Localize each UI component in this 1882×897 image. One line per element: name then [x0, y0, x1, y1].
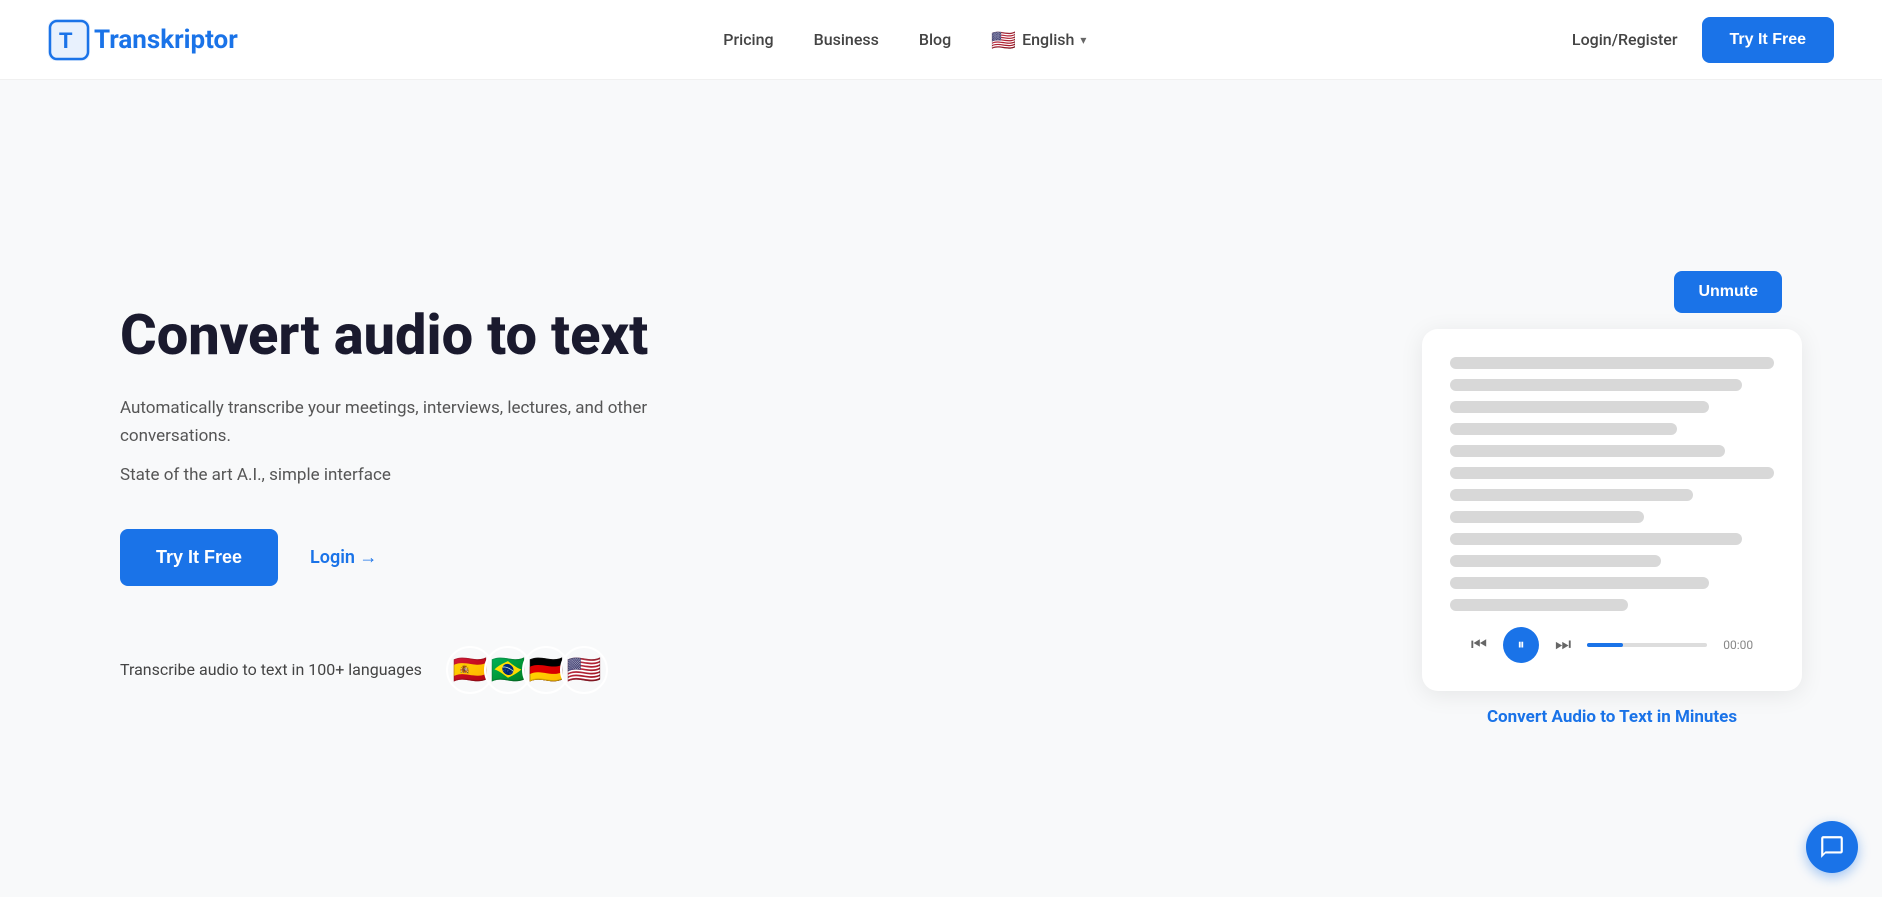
transcript-line — [1450, 467, 1774, 479]
navbar-cta-button[interactable]: Try It Free — [1702, 17, 1834, 63]
transcript-line — [1450, 423, 1677, 435]
transcript-line — [1450, 599, 1628, 611]
nav-business[interactable]: Business — [814, 30, 879, 49]
progress-fill — [1587, 643, 1623, 647]
transcript-lines — [1450, 357, 1774, 611]
navbar-right: Login/Register Try It Free — [1572, 17, 1834, 63]
languages-row: Transcribe audio to text in 100+ languag… — [120, 646, 740, 694]
unmute-button[interactable]: Unmute — [1674, 271, 1782, 313]
nav-pricing[interactable]: Pricing — [723, 30, 773, 49]
navbar: T Transkriptor Pricing Business Blog 🇺🇸 … — [0, 0, 1882, 80]
hero-content: Convert audio to text Automatically tran… — [120, 303, 740, 694]
transcript-line — [1450, 533, 1742, 545]
next-button[interactable]: ⏭ — [1555, 634, 1571, 655]
hero-demo: Unmute ⏮ ⏸ ⏭ — [1422, 271, 1802, 727]
logo-icon: T — [48, 19, 90, 61]
transcript-line — [1450, 357, 1774, 369]
transcript-line — [1450, 379, 1742, 391]
hero-subtitle-2: State of the art A.I., simple interface — [120, 462, 740, 489]
transcript-line — [1450, 577, 1709, 589]
language-label: English — [1022, 30, 1074, 49]
flags-group: 🇪🇸 🇧🇷 🇩🇪 🇺🇸 — [446, 646, 608, 694]
hero-buttons: Try It Free Login → — [120, 529, 740, 586]
hero-subtitle-1: Automatically transcribe your meetings, … — [120, 395, 740, 449]
play-pause-button[interactable]: ⏸ — [1503, 627, 1539, 663]
chat-bubble[interactable] — [1806, 821, 1858, 873]
language-selector[interactable]: 🇺🇸 English ▾ — [991, 28, 1086, 52]
svg-text:T: T — [59, 28, 73, 53]
logo-text: Transkriptor — [94, 25, 238, 55]
chat-icon — [1819, 834, 1845, 860]
nav-blog[interactable]: Blog — [919, 30, 951, 49]
chevron-down-icon: ▾ — [1080, 33, 1086, 47]
transcript-line — [1450, 511, 1644, 523]
progress-bar[interactable] — [1587, 643, 1707, 647]
convert-tagline: Convert Audio to Text in Minutes — [1487, 707, 1737, 727]
login-register-link[interactable]: Login/Register — [1572, 30, 1678, 49]
navbar-center: Pricing Business Blog 🇺🇸 English ▾ — [723, 28, 1086, 52]
hero-section: Convert audio to text Automatically tran… — [0, 80, 1882, 897]
transcript-line — [1450, 555, 1661, 567]
transcript-line — [1450, 401, 1709, 413]
prev-button[interactable]: ⏮ — [1471, 634, 1487, 655]
transcript-card: ⏮ ⏸ ⏭ 00:00 — [1422, 329, 1802, 691]
transcript-line — [1450, 489, 1693, 501]
hero-cta-button[interactable]: Try It Free — [120, 529, 278, 586]
language-flag: 🇺🇸 — [991, 28, 1016, 52]
hero-title: Convert audio to text — [120, 303, 740, 367]
transcript-line — [1450, 445, 1725, 457]
flag-us: 🇺🇸 — [560, 646, 608, 694]
time-display: 00:00 — [1723, 638, 1753, 652]
logo-link[interactable]: T Transkriptor — [48, 19, 238, 61]
languages-text: Transcribe audio to text in 100+ languag… — [120, 660, 422, 679]
hero-login-link[interactable]: Login → — [310, 547, 377, 568]
playback-controls: ⏮ ⏸ ⏭ 00:00 — [1450, 627, 1774, 663]
